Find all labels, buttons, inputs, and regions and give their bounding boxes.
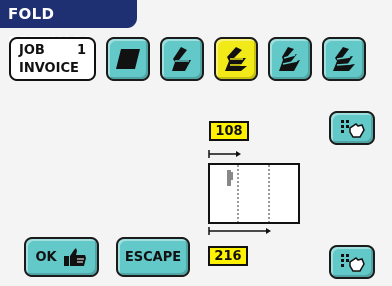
fold-diagram-edit-button[interactable] [329,111,375,145]
hand-touch-icon [341,254,365,272]
fold-b-arrow [208,227,271,235]
settings-edit-button[interactable] [329,245,375,279]
thumbs-up-icon [63,248,86,266]
fold-a-arrow [208,150,241,158]
address-mark-icon [227,170,233,186]
hand-touch-icon [341,120,365,138]
escape-button[interactable]: ESCAPE [116,237,190,277]
escape-label: ESCAPE [124,249,182,265]
ok-button[interactable]: OK [24,237,99,277]
ok-label: OK [35,249,57,265]
